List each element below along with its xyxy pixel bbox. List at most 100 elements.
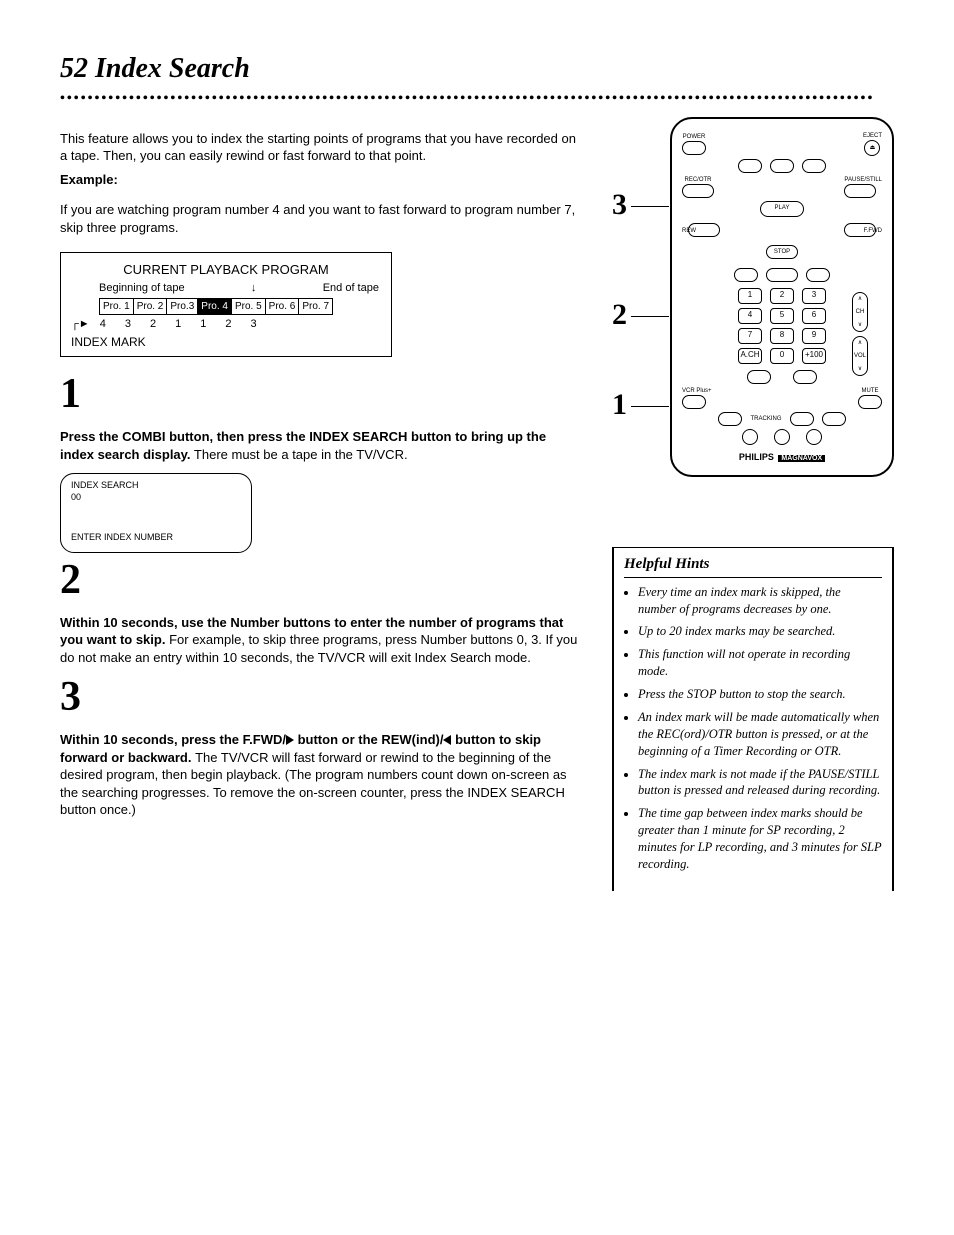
step-1-text: Press the COMBI button, then press the I…: [60, 428, 582, 463]
example-label: Example:: [60, 171, 582, 189]
status-exit-button[interactable]: [766, 268, 798, 282]
tracking-up-button[interactable]: [790, 412, 814, 426]
playback-cell: Pro. 6: [265, 298, 299, 315]
label-ffwd: F.FWD: [864, 227, 882, 235]
callout-1: 1: [612, 385, 669, 426]
slow-button[interactable]: [822, 412, 846, 426]
intro-text: This feature allows you to index the sta…: [60, 130, 582, 165]
example-text: If you are watching program number 4 and…: [60, 201, 582, 236]
number-key[interactable]: 3: [802, 288, 826, 304]
smart-picture-button[interactable]: [742, 429, 758, 445]
tracking-down-button[interactable]: [718, 412, 742, 426]
step-2-number: 2: [60, 559, 582, 601]
ch-rocker[interactable]: ∧CH∨: [852, 292, 868, 332]
number-key[interactable]: 9: [802, 328, 826, 344]
dotted-divider: ••••••••••••••••••••••••••••••••••••••••…: [60, 90, 894, 109]
number-key[interactable]: 1: [738, 288, 762, 304]
sleep-button[interactable]: [738, 159, 762, 173]
label-rec: REC/OTR: [682, 176, 714, 184]
label-tracking: TRACKING: [750, 415, 781, 423]
number-key[interactable]: 7: [738, 328, 762, 344]
hint-item: An index mark will be made automatically…: [638, 709, 882, 760]
hint-item: Press the STOP button to stop the search…: [638, 686, 882, 703]
hint-item: This function will not operate in record…: [638, 646, 882, 680]
vcrplus-button[interactable]: [682, 395, 706, 409]
playback-cell: Pro. 7: [299, 298, 333, 315]
playback-cell: Pro. 2: [133, 298, 167, 315]
label-play: PLAY: [775, 204, 790, 212]
index-arrow-icon: ┌►: [71, 317, 90, 332]
hints-title: Helpful Hints: [624, 554, 882, 577]
page-title-text: Index Search: [95, 53, 250, 84]
hint-item: The index mark is not made if the PAUSE/…: [638, 766, 882, 800]
number-key[interactable]: 5: [770, 308, 794, 324]
label-rew: REW: [682, 227, 696, 235]
number-key[interactable]: 4: [738, 308, 762, 324]
playback-num: 3: [250, 317, 256, 332]
brand-label: PHILIPS MAGNAVOX: [682, 451, 882, 463]
step-3-number: 3: [60, 676, 582, 718]
playback-num: 1: [175, 317, 181, 332]
playback-cell: Pro.3: [167, 298, 198, 315]
osd-line-3: ENTER INDEX NUMBER: [71, 532, 241, 544]
playback-num: 4: [100, 317, 106, 332]
combi-button[interactable]: [747, 370, 771, 384]
playback-cell: Pro. 5: [231, 298, 265, 315]
number-key[interactable]: 0: [770, 348, 794, 364]
playback-cell: Pro. 1: [100, 298, 134, 315]
playback-num: 3: [125, 317, 131, 332]
number-key[interactable]: 6: [802, 308, 826, 324]
label-vcrplus: VCR Plus+: [682, 387, 712, 395]
mute-button[interactable]: [858, 395, 882, 409]
number-key[interactable]: +100: [802, 348, 826, 364]
arrow-down-icon: ↓: [251, 281, 257, 296]
page-title: 52 Index Search: [60, 50, 894, 88]
playback-title: CURRENT PLAYBACK PROGRAM: [71, 261, 381, 279]
step-2-text: Within 10 seconds, use the Number button…: [60, 614, 582, 667]
hint-item: Every time an index mark is skipped, the…: [638, 584, 882, 618]
playback-num: 2: [150, 317, 156, 332]
number-key[interactable]: 2: [770, 288, 794, 304]
step-3-text: Within 10 seconds, press the F.FWD/ butt…: [60, 731, 582, 819]
beginning-label: Beginning of tape: [99, 281, 185, 296]
step-1-number: 1: [60, 373, 582, 415]
number-key[interactable]: 8: [770, 328, 794, 344]
skip-search-button[interactable]: [774, 429, 790, 445]
step-1-rest: There must be a tape in the TV/VCR.: [191, 447, 408, 462]
osd-display: INDEX SEARCH 00 ENTER INDEX NUMBER: [60, 473, 252, 552]
label-power: POWER: [682, 133, 706, 141]
number-key[interactable]: A.CH: [738, 348, 762, 364]
speed-button[interactable]: [770, 159, 794, 173]
hints-list: Every time an index mark is skipped, the…: [624, 584, 882, 873]
eject-button[interactable]: ⏏: [864, 140, 880, 156]
playback-table: Pro. 1Pro. 2Pro.3Pro. 4Pro. 5Pro. 6Pro. …: [99, 298, 333, 316]
rec-button[interactable]: [682, 184, 714, 198]
menu-button[interactable]: [734, 268, 758, 282]
osd-line-2: 00: [71, 492, 241, 504]
hint-item: The time gap between index marks should …: [638, 805, 882, 873]
page-number: 52: [60, 53, 88, 84]
label-mute: MUTE: [858, 387, 882, 395]
label-eject: EJECT: [863, 132, 882, 140]
ffwd-icon: [286, 735, 294, 745]
helpful-hints: Helpful Hints Every time an index mark i…: [612, 547, 894, 890]
step-3-bold-a: Within 10 seconds, press the F.FWD/: [60, 732, 286, 747]
power-button[interactable]: [682, 141, 706, 155]
index-mark-label: INDEX MARK: [71, 334, 381, 350]
vol-rocker[interactable]: ∧VOL∨: [852, 336, 868, 376]
playback-num: 2: [225, 317, 231, 332]
playback-diagram: CURRENT PLAYBACK PROGRAM Beginning of ta…: [60, 252, 392, 357]
memory-button[interactable]: [802, 159, 826, 173]
step-3-bold-b: button or the REW(ind)/: [294, 732, 443, 747]
sub-button[interactable]: [793, 370, 817, 384]
playback-cell: Pro. 4: [198, 298, 232, 315]
playback-numbers: 4321123: [90, 317, 257, 332]
pause-button[interactable]: [844, 184, 876, 198]
hint-item: Up to 20 index marks may be searched.: [638, 623, 882, 640]
remote-diagram: 3 2 1 POWER EJECT ⏏: [612, 117, 894, 478]
osd-line-1: INDEX SEARCH: [71, 480, 241, 492]
callout-2: 2: [612, 295, 669, 336]
index-search-button[interactable]: [806, 429, 822, 445]
clear-button[interactable]: [806, 268, 830, 282]
label-pause: PAUSE/STILL: [844, 176, 882, 184]
